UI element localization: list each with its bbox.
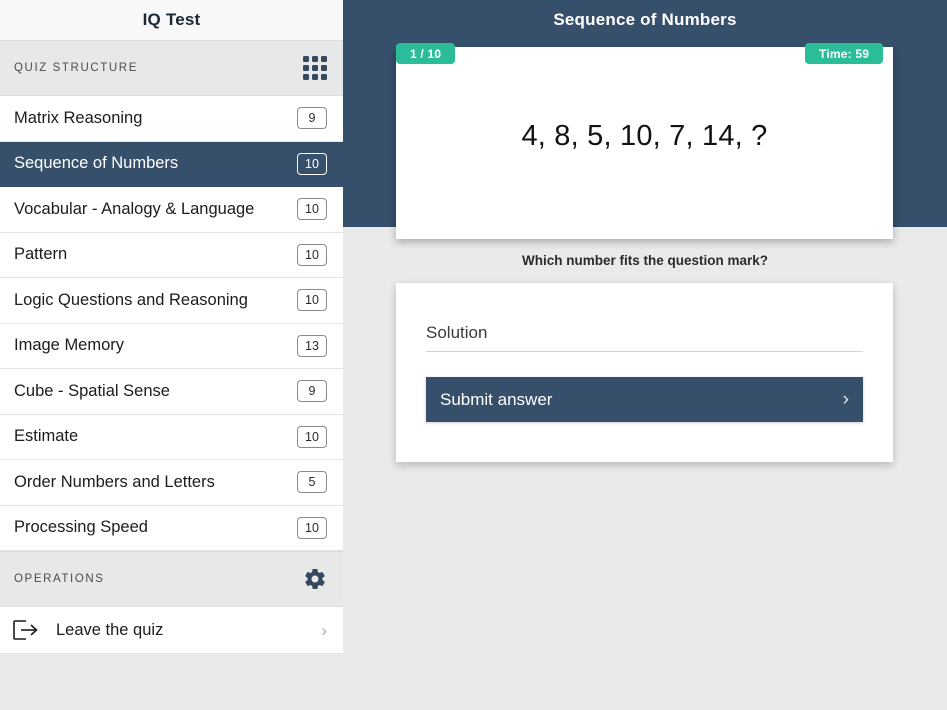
solution-input-placeholder: Solution <box>426 323 488 342</box>
sidebar-item-processing-speed[interactable]: Processing Speed 10 <box>0 505 343 551</box>
leave-the-quiz-button[interactable]: Leave the quiz › <box>0 607 343 654</box>
chevron-right-icon: › <box>842 389 849 410</box>
sidebar-item-sequence-of-numbers[interactable]: Sequence of Numbers 10 <box>0 141 343 187</box>
sidebar-item-vocabular-analogy-language[interactable]: Vocabular - Analogy & Language 10 <box>0 187 343 233</box>
grid-dot <box>303 56 309 62</box>
solution-field-wrapper[interactable]: Solution <box>426 323 863 352</box>
grid-dot <box>303 65 309 71</box>
chevron-right-icon: › <box>321 620 327 640</box>
sidebar-item-logic-questions-and-reasoning[interactable]: Logic Questions and Reasoning 10 <box>0 278 343 324</box>
quiz-structure-section-header: QUIZ STRUCTURE <box>0 40 343 96</box>
grid-dot <box>321 56 327 62</box>
category-count: 10 <box>297 516 327 539</box>
category-count: 10 <box>297 289 327 312</box>
category-count: 10 <box>297 152 327 175</box>
submit-answer-label: Submit answer <box>440 389 553 409</box>
category-count: 10 <box>297 243 327 266</box>
sidebar: IQ Test QUIZ STRUCTURE Matrix Reasoning … <box>0 0 343 710</box>
grid-dot <box>321 74 327 80</box>
question-prompt: Which number fits the question mark? <box>521 253 769 268</box>
sidebar-item-matrix-reasoning[interactable]: Matrix Reasoning 9 <box>0 96 343 142</box>
category-name: Image Memory <box>14 336 125 355</box>
sidebar-item-image-memory[interactable]: Image Memory 13 <box>0 323 343 369</box>
grid-dot <box>312 56 318 62</box>
sidebar-item-estimate[interactable]: Estimate 10 <box>0 414 343 460</box>
category-name: Processing Speed <box>14 518 148 537</box>
category-count: 10 <box>297 425 327 448</box>
category-name: Cube - Spatial Sense <box>14 381 170 400</box>
sidebar-filler <box>0 654 343 710</box>
category-count: 5 <box>297 471 327 494</box>
iq-test-app: IQ Test QUIZ STRUCTURE Matrix Reasoning … <box>0 0 947 710</box>
timer-badge: Time: 59 <box>805 43 884 64</box>
operations-section-header: OPERATIONS <box>0 551 343 607</box>
quiz-structure-label: QUIZ STRUCTURE <box>14 62 138 74</box>
category-name: Sequence of Numbers <box>14 154 179 173</box>
grid-dot <box>303 74 309 80</box>
grid-dot <box>321 65 327 71</box>
main-panel: Sequence of Numbers 1 / 10 Time: 59 4, 8… <box>343 0 947 710</box>
category-count: 10 <box>297 198 327 221</box>
category-name: Order Numbers and Letters <box>14 472 215 491</box>
gear-icon[interactable] <box>303 567 327 591</box>
category-name: Vocabular - Analogy & Language <box>14 199 255 218</box>
category-name: Matrix Reasoning <box>14 108 143 127</box>
category-name: Pattern <box>14 245 68 264</box>
category-name: Logic Questions and Reasoning <box>14 290 248 309</box>
answer-card: Solution Submit answer › <box>396 283 893 462</box>
category-count: 9 <box>297 107 327 130</box>
app-title: IQ Test <box>0 0 343 40</box>
sidebar-item-pattern[interactable]: Pattern 10 <box>0 232 343 278</box>
operations-list: Leave the quiz › <box>0 607 343 654</box>
question-card: 4, 8, 5, 10, 7, 14, ? <box>396 47 893 239</box>
page-title: Sequence of Numbers <box>553 10 737 29</box>
category-count: 9 <box>297 380 327 403</box>
sidebar-item-order-numbers-and-letters[interactable]: Order Numbers and Letters 5 <box>0 460 343 506</box>
grid-icon[interactable] <box>303 56 327 80</box>
sidebar-item-cube-spatial-sense[interactable]: Cube - Spatial Sense 9 <box>0 369 343 415</box>
question-sequence: 4, 8, 5, 10, 7, 14, ? <box>521 120 768 152</box>
category-name: Estimate <box>14 427 79 446</box>
progress-badge: 1 / 10 <box>396 43 456 64</box>
grid-dot <box>312 74 318 80</box>
quiz-category-list: Matrix Reasoning 9 Sequence of Numbers 1… <box>0 96 343 551</box>
exit-icon <box>13 620 38 640</box>
operation-label: Leave the quiz <box>56 620 164 639</box>
category-count: 13 <box>297 334 327 357</box>
submit-answer-button[interactable]: Submit answer › <box>426 377 863 422</box>
grid-dot <box>312 65 318 71</box>
operations-label: OPERATIONS <box>14 573 105 585</box>
